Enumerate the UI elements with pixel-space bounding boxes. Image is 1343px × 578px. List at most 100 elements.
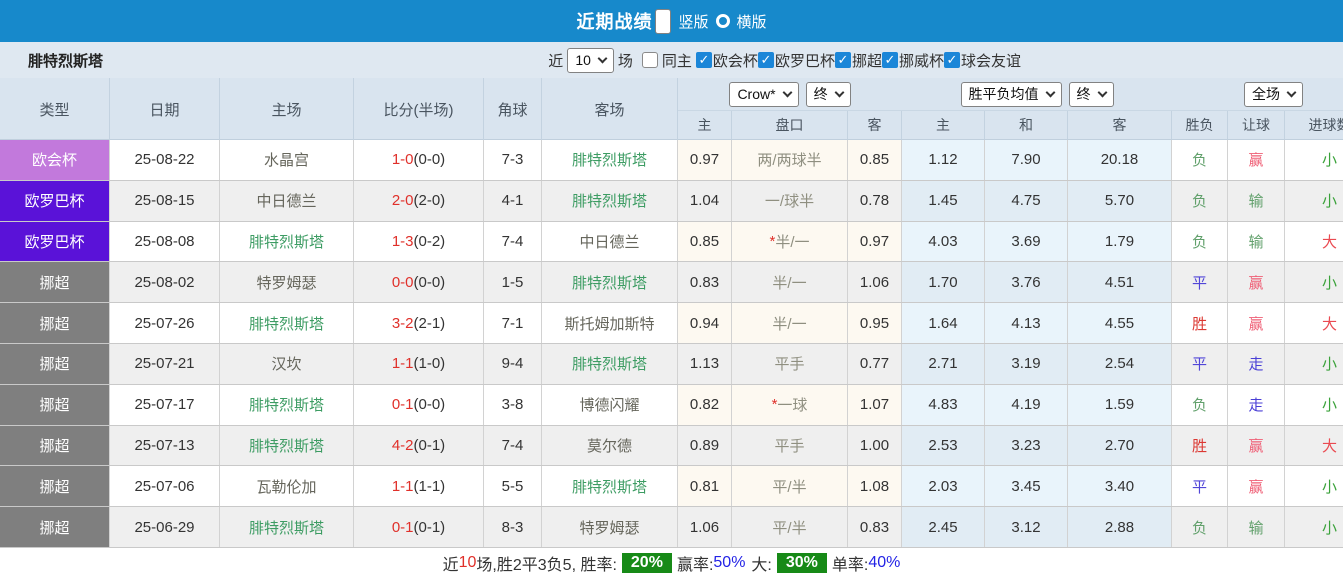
cell-goals: 小 [1285, 140, 1343, 180]
cell-avg-away: 2.88 [1068, 507, 1172, 547]
cell-handicap: 半/一 [732, 262, 848, 302]
same-home-checkbox[interactable] [642, 52, 658, 68]
competition-type-badge: 挪超 [0, 344, 109, 384]
table-row: 挪超25-07-06瓦勒伦加1-1(1-1)5-5腓特烈斯塔0.81平/半1.0… [0, 466, 1343, 507]
recent-label: 近 [548, 50, 563, 71]
cell-type: 挪超 [0, 466, 110, 506]
cell-avg-home: 2.03 [902, 466, 985, 506]
cell-result: 负 [1172, 222, 1228, 262]
subheader-handicap: 盘口 [732, 111, 848, 139]
cell-goals: 小 [1285, 344, 1343, 384]
subheader-goals: 进球数 [1285, 111, 1343, 139]
cell-odds-away: 0.77 [848, 344, 902, 384]
avg-time-select[interactable]: 终 [1069, 82, 1114, 107]
subheader-odds-away: 客 [848, 111, 902, 139]
cell-score: 1-1(1-1) [354, 466, 484, 506]
odds-company-select[interactable]: Crow* [729, 82, 798, 107]
competition-type-badge: 挪超 [0, 426, 109, 466]
summary-count: 10 [459, 554, 477, 572]
scope-select[interactable]: 全场 [1244, 82, 1303, 107]
table-header: 类型 日期 主场 比分(半场) 角球 客场 Crow* 终 主 盘口 客 [0, 78, 1343, 140]
chevron-down-icon [1287, 87, 1297, 97]
cell-date: 25-08-22 [110, 140, 220, 180]
header-group-average: 胜平负均值 终 主 和 客 [902, 78, 1172, 139]
summary-single-rate: 40% [868, 554, 900, 572]
cell-odds-home: 0.81 [678, 466, 732, 506]
cell-avg-draw: 3.69 [985, 222, 1068, 262]
competition-type-badge: 挪超 [0, 466, 109, 506]
cell-date: 25-07-06 [110, 466, 220, 506]
cell-avg-draw: 3.76 [985, 262, 1068, 302]
header-corners: 角球 [484, 78, 542, 140]
cell-handicap-result: 赢 [1228, 262, 1285, 302]
subheader-avg-draw: 和 [985, 111, 1068, 139]
competition-filter-item: ✓欧罗巴杯 [758, 50, 835, 71]
cell-result: 负 [1172, 385, 1228, 425]
radio-horizontal-label[interactable]: 横版 [737, 11, 767, 32]
radio-vertical-layout[interactable] [655, 9, 671, 34]
cell-date: 25-07-26 [110, 303, 220, 343]
cell-score: 0-1(0-1) [354, 507, 484, 547]
odds-time-select[interactable]: 终 [806, 82, 851, 107]
table-row: 挪超25-06-29腓特烈斯塔0-1(0-1)8-3特罗姆瑟1.06平/半0.8… [0, 507, 1343, 548]
cell-score: 2-0(2-0) [354, 181, 484, 221]
cell-corners: 7-1 [484, 303, 542, 343]
cell-corners: 7-3 [484, 140, 542, 180]
competition-label: 挪超 [852, 50, 882, 71]
table-row: 挪超25-07-21汉坎1-1(1-0)9-4腓特烈斯塔1.13平手0.772.… [0, 344, 1343, 385]
cell-home-team: 腓特烈斯塔 [220, 303, 354, 343]
table-row: 欧罗巴杯25-08-15中日德兰2-0(2-0)4-1腓特烈斯塔1.04一/球半… [0, 181, 1343, 222]
cell-odds-away: 1.08 [848, 466, 902, 506]
competition-type-badge: 挪超 [0, 385, 109, 425]
chevron-down-icon [597, 53, 607, 63]
cell-goals: 大 [1285, 303, 1343, 343]
cell-home-team: 水晶宫 [220, 140, 354, 180]
recent-count-select[interactable]: 10 [567, 48, 614, 73]
cell-avg-away: 2.70 [1068, 426, 1172, 466]
cell-handicap-result: 赢 [1228, 466, 1285, 506]
header-away: 客场 [542, 78, 678, 140]
cell-result: 负 [1172, 181, 1228, 221]
competition-checkbox[interactable]: ✓ [944, 52, 960, 68]
cell-odds-away: 0.78 [848, 181, 902, 221]
cell-avg-home: 2.53 [902, 426, 985, 466]
cell-handicap: 平手 [732, 426, 848, 466]
summary-single-label: 单率: [832, 551, 868, 575]
cell-result: 负 [1172, 140, 1228, 180]
chevron-down-icon [834, 87, 844, 97]
recent-count-value: 10 [575, 52, 591, 68]
cell-away-team: 中日德兰 [542, 222, 678, 262]
table-row: 挪超25-07-26腓特烈斯塔3-2(2-1)7-1斯托姆加斯特0.94半/一0… [0, 303, 1343, 344]
cell-date: 25-07-21 [110, 344, 220, 384]
cell-odds-away: 0.83 [848, 507, 902, 547]
competition-checkbox[interactable]: ✓ [835, 52, 851, 68]
cell-type: 欧罗巴杯 [0, 222, 110, 262]
cell-type: 挪超 [0, 303, 110, 343]
competition-checkbox[interactable]: ✓ [696, 52, 712, 68]
table-row: 欧会杯25-08-22水晶宫1-0(0-0)7-3腓特烈斯塔0.97两/两球半0… [0, 140, 1343, 181]
radio-vertical-label[interactable]: 竖版 [678, 11, 708, 32]
cell-result: 胜 [1172, 426, 1228, 466]
header-group-results: 全场 胜负 让球 进球数 [1172, 78, 1343, 139]
header-home: 主场 [220, 78, 354, 140]
radio-horizontal-layout[interactable] [716, 14, 730, 28]
cell-avg-away: 5.70 [1068, 181, 1172, 221]
summary-win-rate-badge: 20% [622, 553, 672, 573]
cell-avg-home: 2.71 [902, 344, 985, 384]
cell-handicap-result: 赢 [1228, 303, 1285, 343]
summary-bar: 近 10 场,胜2平3负5, 胜率: 20% 赢率: 50% 大: 30% 单率… [0, 548, 1343, 578]
chevron-down-icon [782, 87, 792, 97]
summary-handicap-rate: 50% [713, 554, 745, 572]
cell-odds-home: 0.89 [678, 426, 732, 466]
competition-type-badge: 欧罗巴杯 [0, 222, 109, 262]
cell-corners: 5-5 [484, 466, 542, 506]
cell-odds-home: 1.04 [678, 181, 732, 221]
avg-metric-select[interactable]: 胜平负均值 [961, 82, 1062, 107]
cell-score: 1-3(0-2) [354, 222, 484, 262]
avg-time-value: 终 [1077, 84, 1091, 104]
matches-label: 场 [618, 50, 633, 71]
cell-handicap: 一/球半 [732, 181, 848, 221]
competition-checkbox[interactable]: ✓ [758, 52, 774, 68]
competition-checkbox[interactable]: ✓ [882, 52, 898, 68]
table-row: 挪超25-08-02特罗姆瑟0-0(0-0)1-5腓特烈斯塔0.83半/一1.0… [0, 262, 1343, 303]
